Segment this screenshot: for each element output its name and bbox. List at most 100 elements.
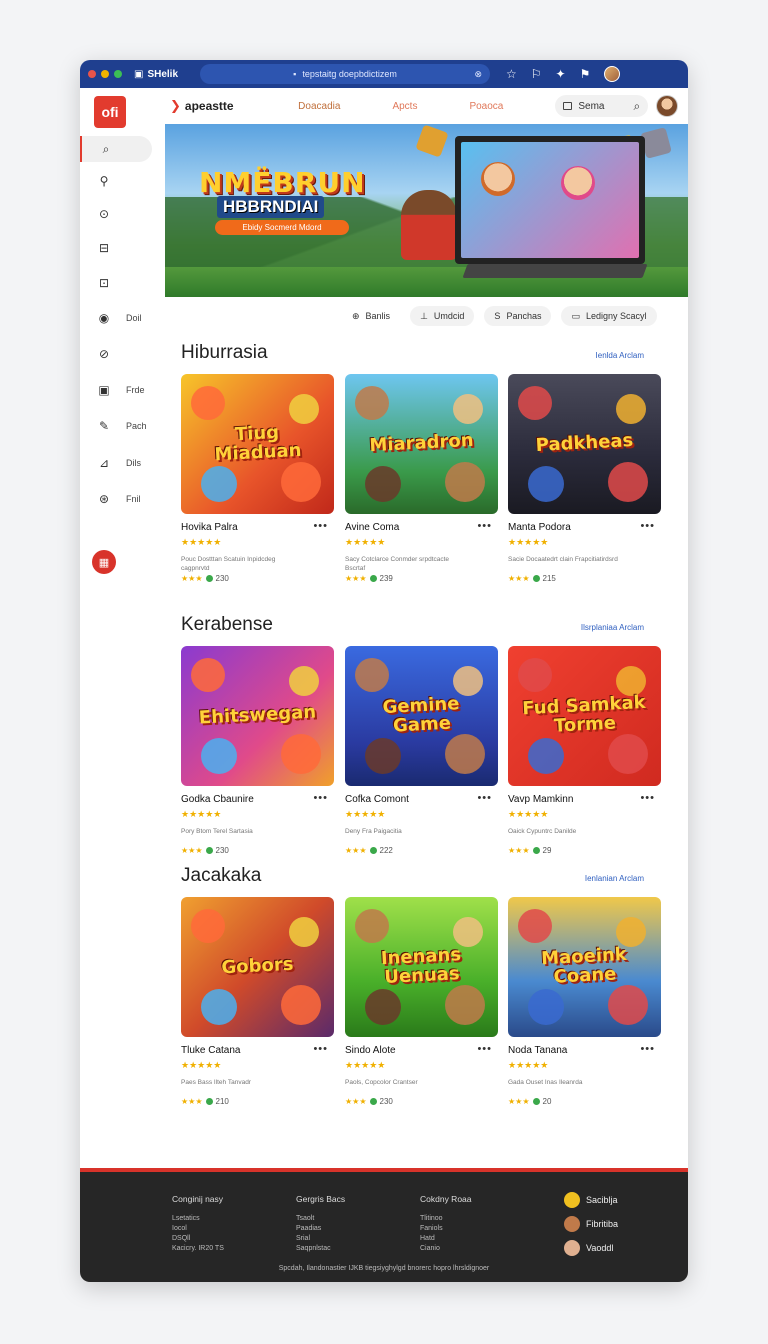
clear-url-icon[interactable]: ⊗ (474, 69, 482, 80)
game-thumbnail[interactable]: Gobors (181, 897, 334, 1037)
mini-stars: ★★★ (345, 574, 367, 583)
game-thumbnail[interactable]: Tiug Miaduan (181, 374, 334, 514)
sidebar-item-9[interactable]: ✎ Pach (80, 413, 152, 439)
sidebar-item-10[interactable]: ⊿ Dils (80, 450, 152, 476)
social-link[interactable]: Saciblja (564, 1192, 618, 1208)
sidebar-item-3[interactable]: ⊙ (80, 201, 152, 227)
footer-link[interactable]: Kacicry. IR20 TS (172, 1244, 224, 1254)
brand[interactable]: ❯ apeastte (170, 98, 298, 114)
star-icon[interactable]: ☆ (506, 67, 517, 81)
more-options-icon[interactable]: ••• (313, 792, 328, 804)
rating-stars: ★★★★★ (345, 537, 386, 547)
sidebar-item-7[interactable]: ⊘ (80, 341, 152, 367)
hero-banner[interactable]: NMËBRUN HBBRNDIAI Ebidy Socmerd Mdord (165, 124, 688, 297)
window-title: ▣ SHelik (134, 68, 179, 80)
nav-link-3[interactable]: Poaoca (469, 101, 503, 112)
game-title: Hovika Palra (181, 522, 238, 533)
filter-chip[interactable]: S Panchas (484, 306, 552, 326)
more-options-icon[interactable]: ••• (640, 792, 655, 804)
sidebar-item-1[interactable]: ⌕ (80, 136, 152, 162)
sidebar-item-11[interactable]: ⊛ Fnil (80, 486, 152, 512)
minimize-dot[interactable] (101, 70, 109, 78)
maximize-dot[interactable] (114, 70, 122, 78)
footer-link[interactable]: Tsaolt (296, 1214, 345, 1224)
footer-link[interactable]: Faniols (420, 1224, 472, 1234)
footer-link[interactable]: Paadias (296, 1224, 345, 1234)
game-thumbnail[interactable]: Maoeink Coane (508, 897, 661, 1037)
filter-chip[interactable]: ⊥ Umdcid (410, 306, 475, 326)
more-options-icon[interactable]: ••• (477, 1043, 492, 1055)
sidebar-red-button[interactable]: ▦ (92, 550, 116, 574)
close-dot[interactable] (88, 70, 96, 78)
filter-chip[interactable]: ▭ Ledigny Scacyl (561, 306, 657, 326)
filter-chips: ⊕ Banlis ⊥ Umdcid S Panchas ▭ Ledigny Scacyl (342, 306, 657, 326)
game-card[interactable]: Gemine Game Cofka Comont ••• ★★★★★ Deny Fra … (345, 646, 498, 855)
footer-link[interactable]: Saqpnlstac (296, 1244, 345, 1254)
section-see-all-link[interactable]: Ienlanian Arclam (585, 874, 644, 883)
footer-link[interactable]: DSQll (172, 1234, 224, 1244)
footer-column: Gergris Bacs Tsaolt Paadias Srial Saqpnlstac (296, 1194, 345, 1255)
hero-keyboard (462, 264, 648, 278)
social-label: Vaoddl (586, 1243, 614, 1253)
footer-link[interactable]: Lsetatics (172, 1214, 224, 1224)
address-bar[interactable]: ▪ tepstaitg doepbdictizem ⊗ (200, 64, 490, 84)
game-card[interactable]: Miaradron Avine Coma ••• ★★★★★ Sacy Cotclarc… (345, 374, 498, 583)
game-thumbnail[interactable]: Miaradron (345, 374, 498, 514)
game-card[interactable]: Ehitswegan Godka Cbaunire ••• ★★★★★ Pory Bto… (181, 646, 334, 855)
sidebar-item-5[interactable]: ⊡ (80, 270, 152, 296)
sidebar-item-8[interactable]: ▣ Frde (80, 377, 152, 403)
game-art-title: Maoeink Coane (540, 943, 628, 988)
avatar-icon (564, 1216, 580, 1232)
game-card[interactable]: Fud Samkak Torme Vavp Mamkinn ••• ★★★★★ Oaic… (508, 646, 661, 855)
footer-link[interactable]: Iocol (172, 1224, 224, 1234)
search-icon[interactable]: ⌕ (634, 99, 641, 114)
shield-icon[interactable]: ⚐ (531, 67, 542, 81)
game-card[interactable]: Inenans Uenuas Sindo Alote ••• ★★★★★ Paols, … (345, 897, 498, 1106)
footer-link[interactable]: Srial (296, 1234, 345, 1244)
footer-link[interactable]: Hatd (420, 1234, 472, 1244)
more-options-icon[interactable]: ••• (640, 1043, 655, 1055)
filter-chip[interactable]: ⊕ Banlis (342, 306, 401, 326)
game-thumbnail[interactable]: Gemine Game (345, 646, 498, 786)
footer-link[interactable]: Cianio (420, 1244, 472, 1254)
hero-monitor-screen (461, 142, 639, 258)
game-card[interactable]: Gobors Tluke Catana ••• ★★★★★ Paes Bass Ilte… (181, 897, 334, 1106)
game-card[interactable]: Padkheas Manta Podora ••• ★★★★★ Sacie Docaat… (508, 374, 661, 583)
notification-icon[interactable]: ⚑ (580, 67, 591, 81)
more-options-icon[interactable]: ••• (313, 520, 328, 532)
nav-link-2[interactable]: Apcts (392, 101, 417, 112)
search-box[interactable]: Sema ⌕ (555, 95, 649, 117)
profile-avatar[interactable] (604, 66, 621, 82)
more-options-icon[interactable]: ••• (640, 520, 655, 532)
nav-link-1[interactable]: Doacadia (298, 101, 340, 112)
character-shape (528, 738, 564, 774)
game-art-title: Tiug Miaduan (214, 421, 302, 466)
social-link[interactable]: Vaoddl (564, 1240, 613, 1256)
user-avatar[interactable] (656, 95, 678, 117)
more-options-icon[interactable]: ••• (477, 792, 492, 804)
sidebar-item-6[interactable]: ◉ Doil (80, 305, 152, 331)
game-thumbnail[interactable]: Fud Samkak Torme (508, 646, 661, 786)
game-card[interactable]: Tiug Miaduan Hovika Palra ••• ★★★★★ Pouc Dos… (181, 374, 334, 583)
game-card[interactable]: Maoeink Coane Noda Tanana ••• ★★★★★ Gada Ous… (508, 897, 661, 1106)
section-see-all-link[interactable]: Ilsrplaniaa Arclam (581, 623, 644, 632)
site-logo[interactable]: ofi (94, 96, 126, 128)
hero-cta-button[interactable]: Ebidy Socmerd Mdord (215, 220, 349, 235)
game-thumbnail[interactable]: Padkheas (508, 374, 661, 514)
mini-stars: ★★★ (181, 846, 203, 855)
character-shape (518, 909, 552, 943)
more-options-icon[interactable]: ••• (313, 1043, 328, 1055)
section-see-all-link[interactable]: Ienlda Arclam (596, 351, 644, 360)
sidebar-item-2[interactable]: ⚲ (80, 168, 152, 194)
footer-link[interactable]: Tlitinoo (420, 1214, 472, 1224)
character-shape (365, 738, 401, 774)
more-options-icon[interactable]: ••• (477, 520, 492, 532)
game-thumbnail[interactable]: Ehitswegan (181, 646, 334, 786)
game-thumbnail[interactable]: Inenans Uenuas (345, 897, 498, 1037)
social-link[interactable]: Fibritiba (564, 1216, 618, 1232)
extension-icon[interactable]: ✦ (556, 67, 566, 81)
sidebar-item-4[interactable]: ⊟ (80, 235, 152, 261)
window-controls (88, 70, 122, 78)
player-count: 210 (215, 1097, 229, 1106)
online-dot-icon (532, 575, 540, 582)
